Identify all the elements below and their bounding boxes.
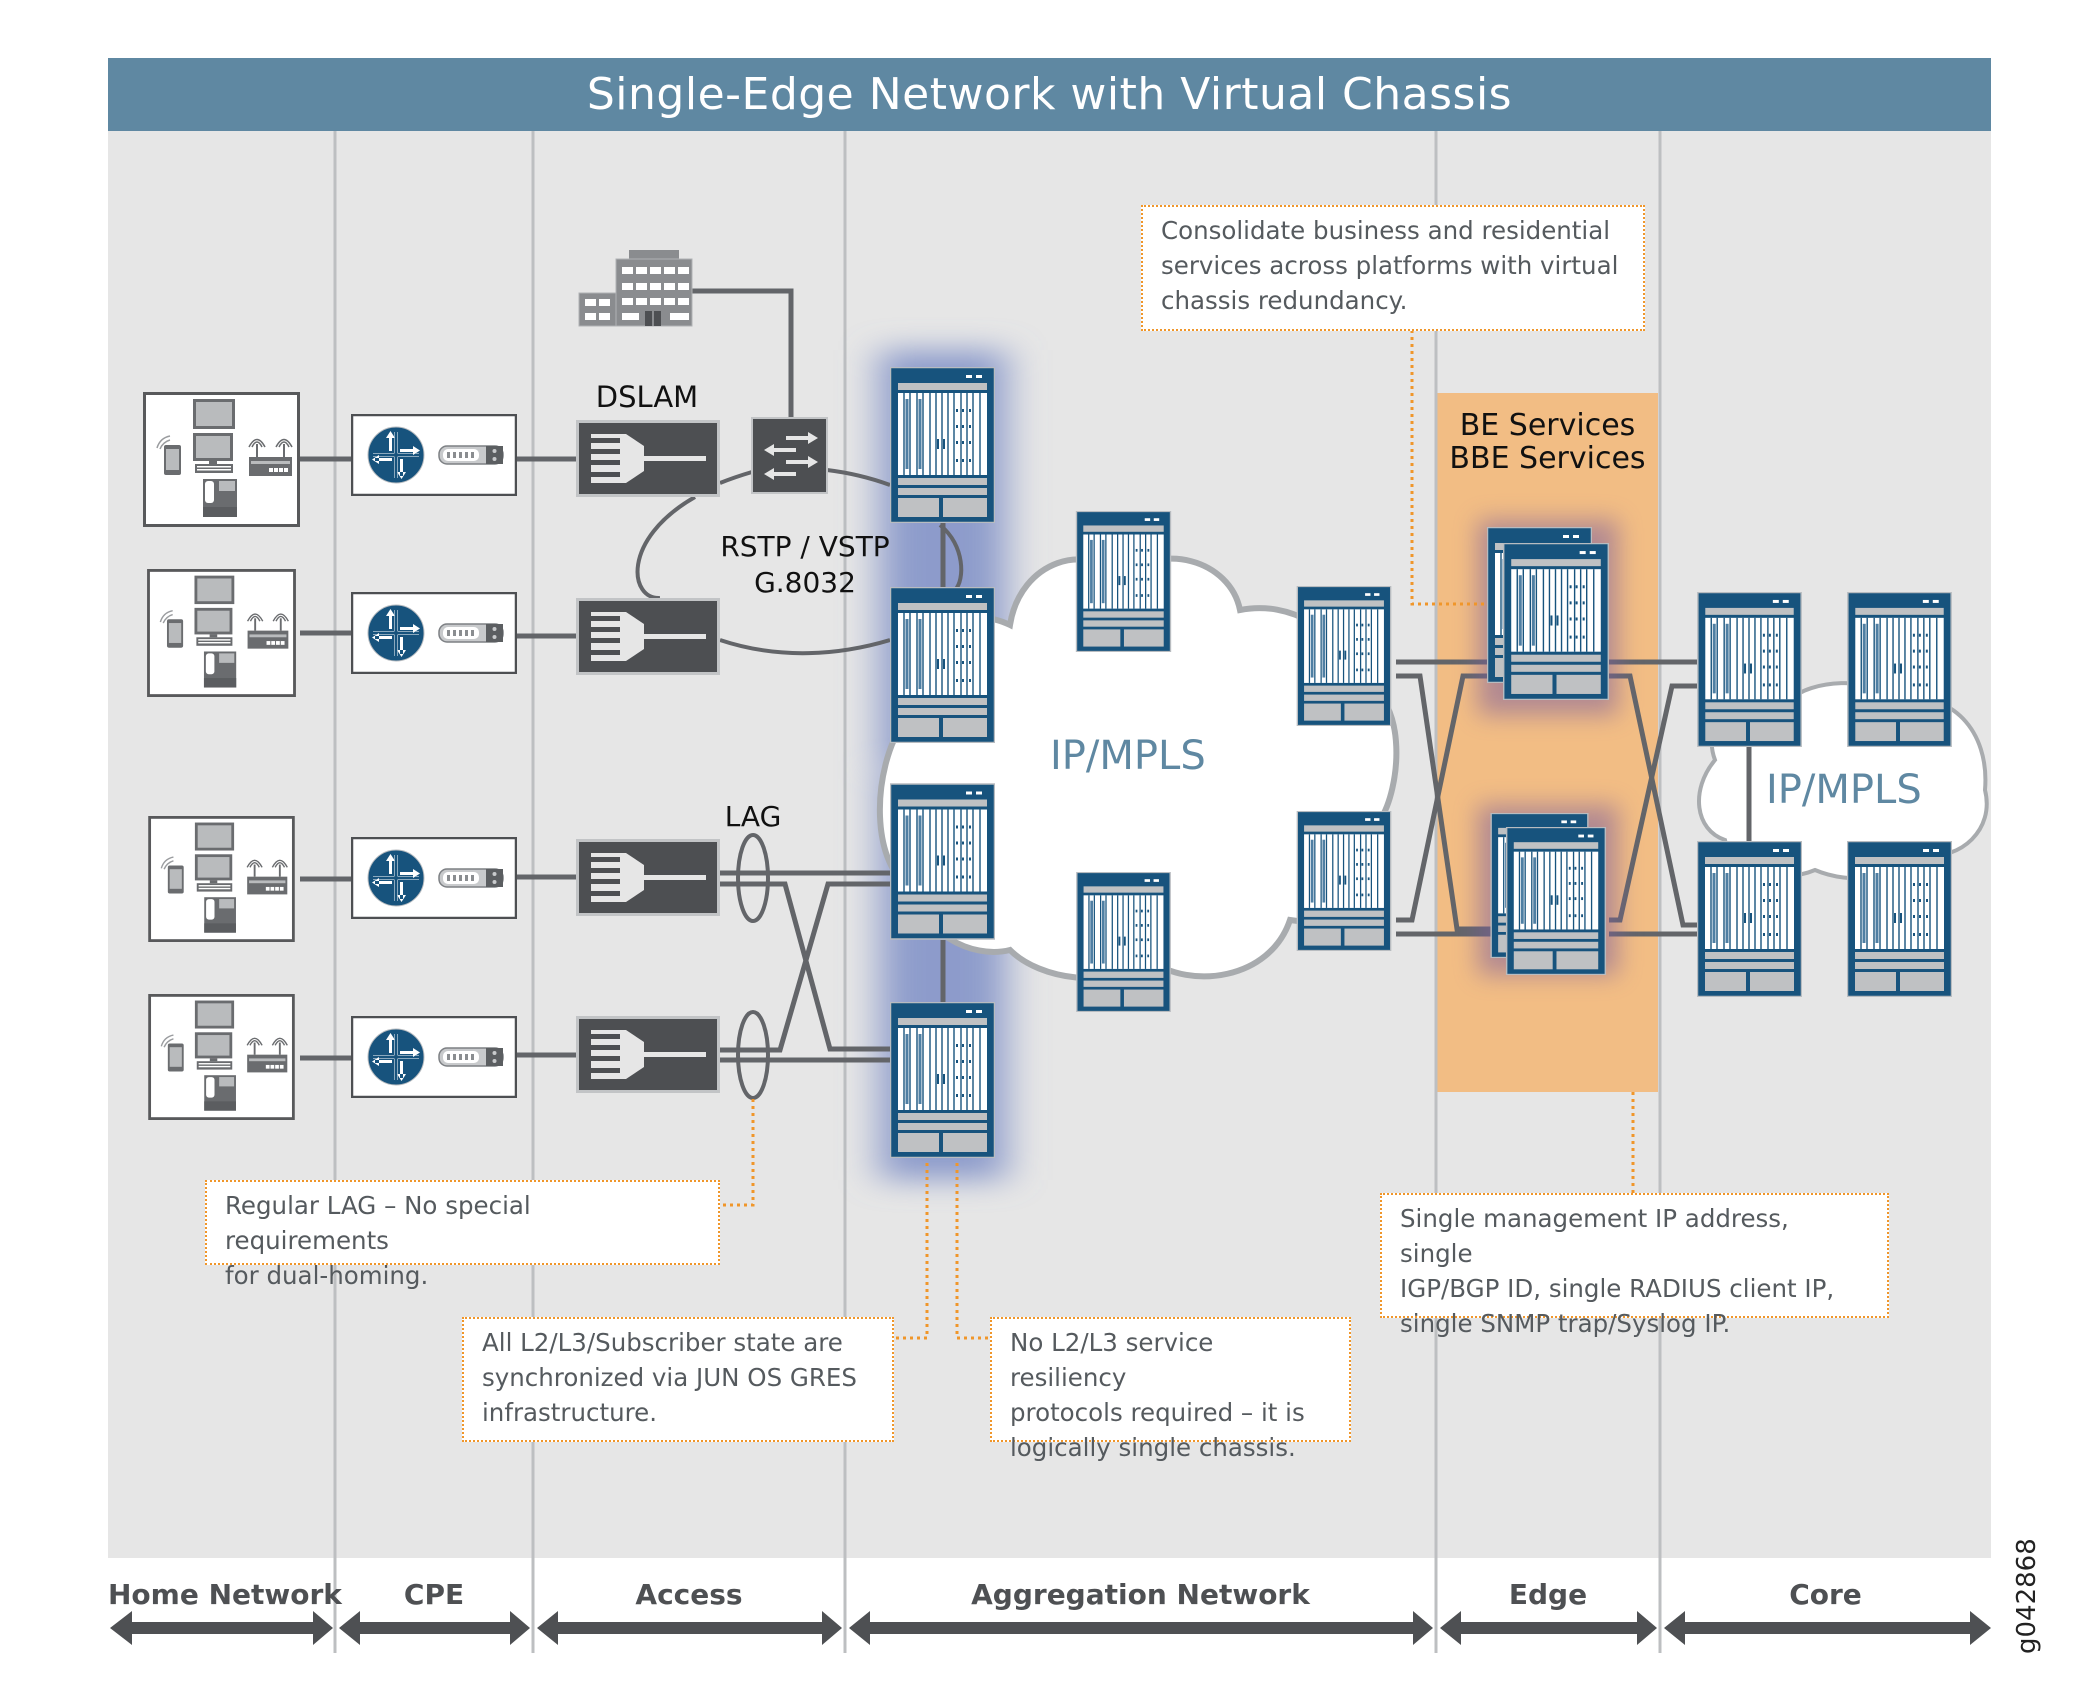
ring-protocols-label-2: G.8032 <box>754 566 856 599</box>
leader-no-resiliency <box>955 1163 990 1340</box>
edge-vc-chassis-2-front <box>1505 827 1607 975</box>
section-label-edge: Edge <box>1508 1578 1588 1611</box>
dslam-3 <box>576 839 720 916</box>
home-network-4 <box>148 994 295 1120</box>
section-arrows <box>110 1611 1991 1645</box>
aggregation-cloud-label: IP/MPLS <box>1050 733 1206 779</box>
cpe-router-1 <box>351 414 517 496</box>
section-label-cpe: CPE <box>403 1578 465 1611</box>
leader-regular-lag <box>720 1099 755 1207</box>
arrow-access <box>537 1611 842 1645</box>
access-switch-icon <box>751 417 828 494</box>
lag-label: LAG <box>724 800 782 833</box>
lag-ellipse-upper <box>736 833 770 923</box>
arrow-core <box>1664 1611 1991 1645</box>
business-building-icon <box>578 250 693 327</box>
aggregation-vc-chassis-1 <box>890 367 995 523</box>
home-network-3 <box>148 816 295 942</box>
cpe-router-3 <box>351 837 517 919</box>
annotation-consolidate: Consolidate business and residential ser… <box>1141 205 1645 331</box>
core-chassis-1 <box>1697 592 1802 747</box>
section-label-aggregation: Aggregation Network <box>971 1578 1310 1611</box>
aggregation-cloud-chassis-top <box>1075 511 1172 652</box>
home-network-2 <box>146 569 297 697</box>
dslam-1 <box>576 420 720 497</box>
cpe-router-2 <box>351 592 517 674</box>
aggregation-vc-chassis-4 <box>890 1002 995 1158</box>
section-label-access: Access <box>635 1578 743 1611</box>
arrow-home-network <box>110 1611 333 1645</box>
aggregation-edge-chassis-upper <box>1296 586 1392 726</box>
edge-services-label-2: BBE Services <box>1449 441 1646 476</box>
annotation-gres-sync: All L2/L3/Subscriber state are synchroni… <box>462 1317 894 1442</box>
dslam-2 <box>576 598 720 675</box>
edge-services-label-1: BE Services <box>1459 408 1636 443</box>
ring-protocols-label-1: RSTP / VSTP <box>720 530 890 563</box>
aggregation-edge-chassis-lower <box>1296 811 1392 951</box>
section-label-home-network: Home Network <box>108 1578 342 1611</box>
leader-gres-sync <box>894 1163 929 1340</box>
aggregation-cloud-chassis-bottom <box>1076 872 1171 1012</box>
home-network-1 <box>143 392 300 527</box>
aggregation-vc-chassis-2 <box>890 587 995 743</box>
figure-id: g042868 <box>2012 1538 2042 1654</box>
core-chassis-3 <box>1697 841 1802 997</box>
network-diagram: Single-Edge Network with Virtual Chassis <box>0 0 2100 1702</box>
annotation-no-resiliency: No L2/L3 service resiliency protocols re… <box>990 1317 1351 1462</box>
lag-ellipse-lower <box>736 1010 770 1100</box>
arrow-cpe <box>339 1611 530 1645</box>
annotation-regular-lag: Regular LAG – No special requirements fo… <box>205 1180 720 1290</box>
core-chassis-2 <box>1847 592 1952 747</box>
arrow-aggregation <box>849 1611 1433 1645</box>
aggregation-vc-chassis-3 <box>890 783 995 940</box>
edge-services-highlight <box>1437 393 1658 1092</box>
cpe-router-4 <box>351 1016 517 1098</box>
core-cloud-label: IP/MPLS <box>1766 767 1922 813</box>
section-label-core: Core <box>1789 1578 1862 1611</box>
dslam-label: DSLAM <box>595 380 699 414</box>
arrow-edge <box>1440 1611 1657 1645</box>
core-chassis-4 <box>1847 841 1952 997</box>
dslam-4 <box>576 1016 720 1093</box>
annotation-single-management: Single management IP address, single IGP… <box>1380 1193 1889 1338</box>
edge-vc-chassis-1-front <box>1503 543 1609 700</box>
